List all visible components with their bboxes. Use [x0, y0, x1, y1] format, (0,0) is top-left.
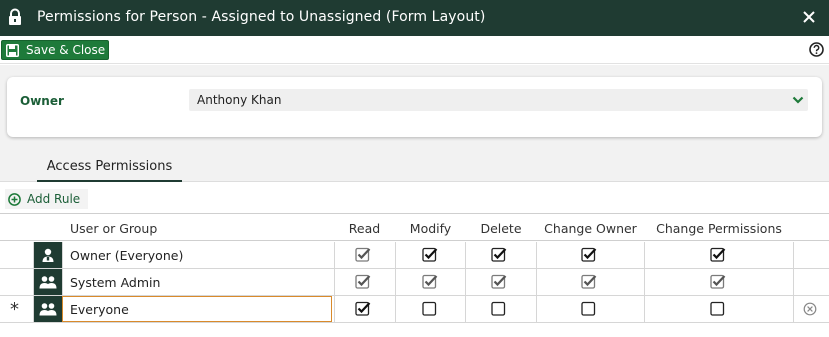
remove-row-icon[interactable] — [803, 302, 817, 316]
user-or-group-value: Everyone — [70, 302, 129, 317]
group-icon — [34, 296, 62, 322]
column-divider — [334, 296, 335, 322]
save-icon — [6, 43, 19, 57]
save-and-close-label: Save & Close — [26, 43, 106, 57]
column-divider — [334, 242, 335, 268]
table-row[interactable]: * Everyone — [0, 296, 829, 323]
column-divider — [334, 269, 335, 295]
tab-access-permissions[interactable]: Access Permissions — [37, 158, 182, 182]
column-divider — [793, 242, 794, 268]
column-divider — [465, 269, 466, 295]
modify-checkbox — [422, 274, 438, 290]
column-divider — [395, 296, 396, 322]
help-icon[interactable] — [809, 42, 824, 57]
add-rule-button[interactable]: Add Rule — [5, 189, 88, 209]
column-divider — [793, 269, 794, 295]
column-divider — [536, 296, 537, 322]
column-divider — [644, 242, 645, 268]
plus-circle-icon — [8, 192, 21, 206]
chevron-down-icon — [792, 96, 804, 104]
column-divider — [536, 269, 537, 295]
column-header-user-or-group[interactable]: User or Group — [70, 221, 157, 236]
owner-dropdown[interactable]: Anthony Khan — [189, 89, 808, 111]
column-header-modify[interactable]: Modify — [396, 221, 465, 236]
table-row[interactable]: System Admin — [0, 269, 829, 296]
change-owner-checkbox[interactable] — [581, 247, 597, 263]
change-owner-checkbox[interactable] — [581, 301, 597, 317]
column-divider — [644, 269, 645, 295]
owner-section: Owner Anthony Khan — [0, 65, 829, 145]
column-divider — [395, 242, 396, 268]
tab-strip: Access Permissions — [0, 145, 829, 182]
user-or-group-input[interactable]: Everyone — [62, 296, 332, 322]
column-divider — [465, 242, 466, 268]
owner-value: Anthony Khan — [197, 93, 282, 107]
delete-checkbox — [491, 274, 507, 290]
read-checkbox — [355, 247, 371, 263]
modify-checkbox[interactable] — [422, 301, 438, 317]
column-divider — [62, 269, 63, 295]
save-and-close-button[interactable]: Save & Close — [1, 40, 109, 60]
owner-label: Owner — [20, 94, 64, 108]
table-row[interactable]: Owner (Everyone) — [0, 242, 829, 269]
grid-header: User or Group Read Modify Delete Change … — [0, 213, 829, 241]
delete-checkbox[interactable] — [491, 247, 507, 263]
change-owner-checkbox — [581, 274, 597, 290]
owner-user-icon — [34, 242, 62, 268]
column-divider — [395, 269, 396, 295]
read-checkbox[interactable] — [355, 301, 371, 317]
column-divider — [536, 242, 537, 268]
column-divider — [644, 296, 645, 322]
group-icon — [34, 269, 62, 295]
modify-checkbox[interactable] — [422, 247, 438, 263]
new-row-marker: * — [10, 299, 19, 320]
column-divider — [465, 296, 466, 322]
column-header-change-permissions[interactable]: Change Permissions — [645, 221, 793, 236]
column-divider — [62, 242, 63, 268]
toolbar: Save & Close — [0, 36, 829, 64]
column-header-change-owner[interactable]: Change Owner — [537, 221, 644, 236]
owner-card: Owner Anthony Khan — [7, 77, 822, 137]
column-header-delete[interactable]: Delete — [466, 221, 536, 236]
change-permissions-checkbox[interactable] — [710, 247, 726, 263]
window-title: Permissions for Person - Assigned to Una… — [37, 9, 486, 25]
delete-checkbox[interactable] — [491, 301, 507, 317]
change-permissions-checkbox[interactable] — [710, 301, 726, 317]
lock-icon — [9, 8, 21, 25]
permissions-grid: User or Group Read Modify Delete Change … — [0, 213, 829, 323]
column-divider — [793, 296, 794, 322]
change-permissions-checkbox — [710, 274, 726, 290]
user-or-group-name: System Admin — [70, 275, 161, 290]
column-header-read[interactable]: Read — [334, 221, 395, 236]
read-checkbox — [355, 274, 371, 290]
add-rule-label: Add Rule — [27, 192, 81, 206]
close-icon[interactable] — [801, 9, 817, 25]
user-or-group-name: Owner (Everyone) — [70, 248, 184, 263]
title-bar: Permissions for Person - Assigned to Una… — [0, 0, 829, 36]
